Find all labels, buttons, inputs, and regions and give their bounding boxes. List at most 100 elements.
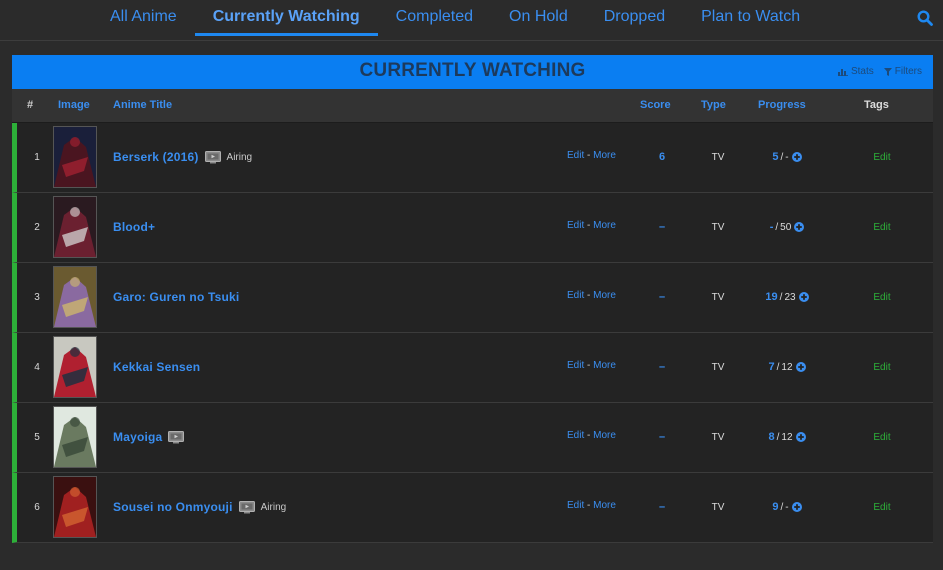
title-cell: Mayoiga bbox=[113, 430, 185, 444]
tab-plan-to-watch[interactable]: Plan to Watch bbox=[683, 0, 818, 36]
stats-link[interactable]: Stats bbox=[837, 55, 874, 89]
score-value[interactable]: – bbox=[637, 291, 687, 303]
progress-cell: 8 / 12 bbox=[752, 431, 822, 443]
more-link[interactable]: More bbox=[593, 500, 616, 511]
list-row: 3 Garo: Guren no Tsuki Edit - More – TV … bbox=[12, 263, 933, 333]
anime-title-link[interactable]: Garo: Guren no Tsuki bbox=[113, 290, 239, 304]
tv-icon bbox=[204, 150, 221, 163]
increment-plus-icon[interactable] bbox=[795, 432, 806, 442]
cover-image[interactable] bbox=[53, 476, 97, 538]
separator: - bbox=[587, 430, 591, 441]
edit-link[interactable]: Edit bbox=[567, 360, 584, 371]
tab-dropped[interactable]: Dropped bbox=[586, 0, 683, 36]
edit-link[interactable]: Edit bbox=[567, 150, 584, 161]
row-number: 5 bbox=[34, 432, 40, 443]
type-value: TV bbox=[711, 362, 725, 373]
episodes-watched[interactable]: - bbox=[770, 221, 774, 233]
episodes-watched[interactable]: 7 bbox=[768, 361, 774, 373]
episodes-total: 23 bbox=[784, 291, 796, 303]
cover-image[interactable] bbox=[53, 336, 97, 398]
anime-title-link[interactable]: Berserk (2016) bbox=[113, 150, 199, 164]
tab-on-hold[interactable]: On Hold bbox=[491, 0, 586, 36]
airing-status: Airing bbox=[260, 501, 287, 513]
episodes-watched[interactable]: 9 bbox=[772, 501, 778, 513]
row-number: 4 bbox=[34, 362, 40, 373]
col-title[interactable]: Anime Title bbox=[113, 89, 172, 122]
col-type[interactable]: Type bbox=[701, 89, 726, 122]
more-link[interactable]: More bbox=[593, 430, 616, 441]
episodes-watched[interactable]: 5 bbox=[772, 151, 778, 163]
stats-label: Stats bbox=[850, 66, 874, 77]
col-progress[interactable]: Progress bbox=[758, 89, 806, 122]
top-navigation: All Anime Currently Watching Completed O… bbox=[0, 0, 943, 41]
type-value: TV bbox=[711, 432, 725, 443]
edit-link[interactable]: Edit bbox=[567, 290, 584, 301]
edit-more-links: Edit - More bbox=[567, 220, 616, 231]
filters-label: Filters bbox=[894, 66, 922, 77]
tab-all-anime[interactable]: All Anime bbox=[92, 0, 195, 36]
progress-separator: / bbox=[780, 501, 784, 513]
score-value[interactable]: – bbox=[637, 221, 687, 233]
increment-plus-icon[interactable] bbox=[794, 222, 805, 232]
tab-completed[interactable]: Completed bbox=[378, 0, 491, 36]
cover-image[interactable] bbox=[53, 196, 97, 258]
title-cell: Berserk (2016) Airing bbox=[113, 150, 252, 164]
increment-plus-icon[interactable] bbox=[791, 152, 802, 162]
more-link[interactable]: More bbox=[593, 150, 616, 161]
tags-edit-link[interactable]: Edit bbox=[862, 432, 902, 443]
progress-cell: 5 / - bbox=[752, 151, 822, 163]
list-row: 4 Kekkai Sensen Edit - More – TV 7 / 12 bbox=[12, 333, 933, 403]
score-value[interactable]: – bbox=[637, 501, 687, 513]
bar-chart-icon bbox=[837, 69, 848, 76]
col-image[interactable]: Image bbox=[58, 89, 90, 122]
score-value[interactable]: – bbox=[637, 431, 687, 443]
score-value[interactable]: – bbox=[637, 361, 687, 373]
status-tabs: All Anime Currently Watching Completed O… bbox=[92, 0, 818, 40]
more-link[interactable]: More bbox=[593, 220, 616, 231]
separator: - bbox=[587, 220, 591, 231]
tags-edit-link[interactable]: Edit bbox=[862, 222, 902, 233]
edit-more-links: Edit - More bbox=[567, 430, 616, 441]
episodes-total: 50 bbox=[780, 221, 792, 233]
tags-edit-link[interactable]: Edit bbox=[862, 362, 902, 373]
score-value[interactable]: 6 bbox=[637, 151, 687, 163]
episodes-watched[interactable]: 8 bbox=[768, 431, 774, 443]
cover-image[interactable] bbox=[53, 266, 97, 328]
more-link[interactable]: More bbox=[593, 290, 616, 301]
episodes-watched[interactable]: 19 bbox=[765, 291, 777, 303]
increment-plus-icon[interactable] bbox=[791, 502, 802, 512]
anime-title-link[interactable]: Mayoiga bbox=[113, 430, 162, 444]
tags-edit-link[interactable]: Edit bbox=[862, 292, 902, 303]
row-number: 6 bbox=[34, 502, 40, 513]
col-score[interactable]: Score bbox=[640, 89, 671, 122]
progress-cell: 19 / 23 bbox=[752, 291, 822, 303]
title-cell: Blood+ bbox=[113, 220, 155, 234]
type-value: TV bbox=[711, 152, 725, 163]
edit-link[interactable]: Edit bbox=[567, 500, 584, 511]
increment-plus-icon[interactable] bbox=[798, 292, 809, 302]
title-cell: Kekkai Sensen bbox=[113, 360, 200, 374]
cover-image[interactable] bbox=[53, 406, 97, 468]
edit-link[interactable]: Edit bbox=[567, 220, 584, 231]
type-value: TV bbox=[711, 222, 725, 233]
anime-title-link[interactable]: Blood+ bbox=[113, 220, 155, 234]
cover-image[interactable] bbox=[53, 126, 97, 188]
type-value: TV bbox=[711, 292, 725, 303]
anime-title-link[interactable]: Kekkai Sensen bbox=[113, 360, 200, 374]
tags-edit-link[interactable]: Edit bbox=[862, 502, 902, 513]
tab-currently-watching[interactable]: Currently Watching bbox=[194, 0, 378, 36]
cover-art bbox=[54, 197, 96, 257]
more-link[interactable]: More bbox=[593, 360, 616, 371]
progress-separator: / bbox=[780, 151, 784, 163]
col-tags: Tags bbox=[864, 99, 889, 111]
type-value: TV bbox=[711, 502, 725, 513]
edit-more-links: Edit - More bbox=[567, 150, 616, 161]
search-icon[interactable] bbox=[917, 10, 933, 26]
edit-link[interactable]: Edit bbox=[567, 430, 584, 441]
tags-edit-link[interactable]: Edit bbox=[862, 152, 902, 163]
increment-plus-icon[interactable] bbox=[795, 362, 806, 372]
anime-list: CURRENTLY WATCHING Stats Filters # Image… bbox=[12, 55, 933, 543]
anime-title-link[interactable]: Sousei no Onmyouji bbox=[113, 500, 233, 514]
list-row: 2 Blood+ Edit - More – TV - / 50 Edit bbox=[12, 193, 933, 263]
filters-link[interactable]: Filters bbox=[883, 55, 922, 89]
